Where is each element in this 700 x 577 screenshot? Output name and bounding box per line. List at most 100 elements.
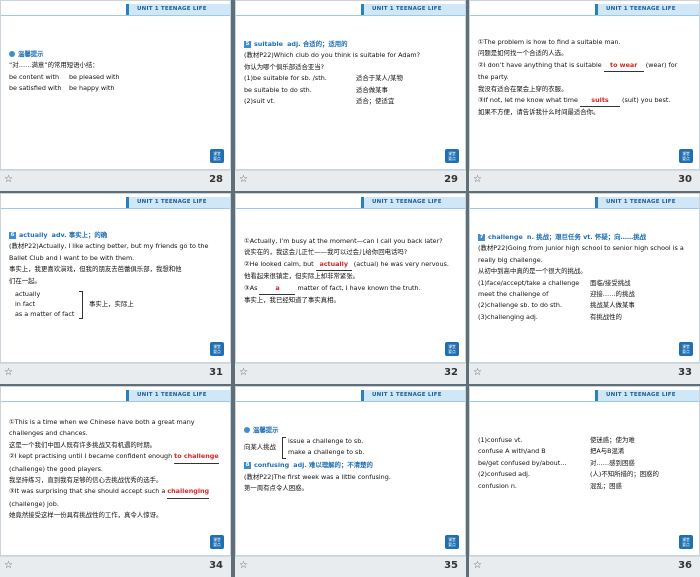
text-line: 说实在的，我这会儿正忙——我可以过会儿给你回电话吗?: [244, 248, 408, 257]
definition: adj. 难以理解的；不清楚的: [293, 461, 373, 470]
slide-content: 温馨提示 “对……满意”的常用短语小结： be content with be p…: [9, 49, 224, 95]
course-logo: 课堂 要点: [679, 535, 693, 549]
page-number: 34: [209, 560, 223, 571]
phrase: be/get confused by/about…: [478, 458, 567, 467]
tip-icon: [9, 51, 15, 57]
slide-thumbnail[interactable]: UNIT 1 TEENAGE LIFE ①This is a time when…: [0, 386, 231, 577]
meaning: 适合；使适宜: [356, 97, 395, 106]
meaning: 事实上，实际上: [89, 300, 134, 309]
meaning: 对……感到困惑: [590, 458, 635, 467]
slide-frame: UNIT 1 TEENAGE LIFE ①The problem is how …: [469, 0, 700, 170]
vocab-word: actually: [19, 231, 48, 239]
phrase: meet the challenge of: [478, 290, 549, 299]
option-text: a challenge to sb.: [307, 448, 365, 457]
phrase: be happy with: [69, 84, 115, 93]
option: issue: [288, 437, 305, 446]
option-text: a challenge to sb.: [306, 437, 364, 446]
answer-blank: actually: [315, 259, 352, 272]
divider: [236, 15, 465, 16]
unit-banner: UNIT 1 TEENAGE LIFE: [595, 390, 699, 401]
text-line: (wear) for: [645, 60, 678, 69]
answer-blank: a: [259, 283, 296, 296]
slide-footer: ☆ 30: [469, 170, 700, 191]
slide-footer: ☆ 36: [469, 556, 700, 577]
example-en: (教材P22)Actually, I like acting better, b…: [9, 242, 209, 251]
slide-content: ①This is a time when we Chinese have bot…: [9, 417, 224, 522]
text-line: 这是一个我们中国人既有许多挑战又有机遇的时期。: [9, 440, 156, 449]
meaning: 面临/接受挑战: [590, 278, 631, 287]
slide-content: 5 suitable adj. 合适的；适用的 (教材P22)Which club…: [244, 39, 459, 107]
unit-banner: UNIT 1 TEENAGE LIFE: [126, 4, 230, 15]
example-cn: 从初中到高中真的是一个很大的挑战。: [478, 267, 587, 276]
page-number: 31: [209, 367, 223, 378]
item-number: 6: [9, 231, 16, 239]
phrase: (3)challenging adj.: [478, 312, 538, 321]
tip-title: 温馨提示: [18, 50, 44, 58]
slide-thumbnail[interactable]: UNIT 1 TEENAGE LIFE 7 challenge n. 挑战；艰巨任…: [469, 193, 700, 384]
star-icon[interactable]: ☆: [473, 174, 482, 185]
example-cn: 第一周有点令人困惑。: [244, 484, 308, 493]
slide-thumbnail[interactable]: UNIT 1 TEENAGE LIFE 6 actually adv. 事实上；的…: [0, 193, 231, 384]
slide-thumbnail[interactable]: UNIT 1 TEENAGE LIFE 5 suitable adj. 合适的；适…: [235, 0, 466, 191]
slide-grid: UNIT 1 TEENAGE LIFE 温馨提示 “对……满意”的常用短语小结：…: [0, 0, 700, 577]
item-number: 7: [478, 233, 485, 241]
text-line: 事实上，我已经知道了事实真相。: [244, 296, 340, 305]
meaning: (人)不知所措的；困惑的: [590, 470, 659, 479]
text-line: (challenge) the good players.: [9, 464, 103, 473]
slide-frame: UNIT 1 TEENAGE LIFE (1)confuse vt. 使迷惑；使为…: [469, 386, 700, 556]
unit-banner: UNIT 1 TEENAGE LIFE: [126, 390, 230, 401]
page-number: 30: [678, 174, 692, 185]
example-en: (教材P22)Going from junior high school to …: [478, 244, 684, 253]
slide-thumbnail[interactable]: UNIT 1 TEENAGE LIFE 温馨提示 向某人挑战 issue a c…: [235, 386, 466, 577]
star-icon[interactable]: ☆: [4, 367, 13, 378]
meaning: 适合做某事: [356, 85, 388, 94]
option: make: [288, 448, 306, 457]
star-icon[interactable]: ☆: [239, 560, 248, 571]
phrase: (2)confused adj.: [478, 470, 530, 479]
slide-thumbnail[interactable]: UNIT 1 TEENAGE LIFE 温馨提示 “对……满意”的常用短语小结：…: [0, 0, 231, 191]
unit-banner: UNIT 1 TEENAGE LIFE: [361, 4, 465, 15]
example-en: (教材P22)Which club do you think is suitab…: [244, 51, 420, 60]
brace: [282, 437, 286, 460]
slide-thumbnail[interactable]: UNIT 1 TEENAGE LIFE ①The problem is how …: [469, 0, 700, 191]
divider: [236, 401, 465, 402]
divider: [236, 208, 465, 209]
star-icon[interactable]: ☆: [473, 560, 482, 571]
slide-content: ①Actually, I’m busy at the moment—can I …: [244, 236, 459, 306]
slide-thumbnail[interactable]: UNIT 1 TEENAGE LIFE ①Actually, I’m busy …: [235, 193, 466, 384]
slide-frame: UNIT 1 TEENAGE LIFE ①Actually, I’m busy …: [235, 193, 466, 363]
course-logo: 课堂 要点: [210, 149, 224, 163]
answer-blank: to challenge: [174, 451, 219, 464]
unit-banner: UNIT 1 TEENAGE LIFE: [595, 197, 699, 208]
phrase: be pleased with: [69, 72, 120, 81]
phrase: be content with: [9, 72, 60, 81]
star-icon[interactable]: ☆: [4, 560, 13, 571]
definition: adv. 事实上；的确: [51, 231, 108, 239]
phrase: be satisfied with: [9, 84, 62, 93]
star-icon[interactable]: ☆: [239, 174, 248, 185]
tip-title: 温馨提示: [253, 426, 279, 434]
text-line: (suit) you best.: [622, 96, 671, 105]
example-en: Ballet Club and I want to be with them.: [9, 253, 135, 262]
phrase: as a matter of fact: [15, 310, 75, 319]
text-line: 我坚持练习，直到我有足够的信心去挑战优秀的选手。: [9, 476, 163, 485]
star-icon[interactable]: ☆: [4, 174, 13, 185]
brace: [79, 291, 83, 320]
text-line: (challenge) job.: [9, 499, 59, 508]
slide-thumbnail[interactable]: UNIT 1 TEENAGE LIFE (1)confuse vt. 使迷惑；使为…: [469, 386, 700, 577]
text-line: matter of fact, I have known the truth.: [297, 283, 421, 292]
text-line: ③If not, let me know what time: [478, 96, 578, 105]
slide-footer: ☆ 31: [0, 363, 231, 384]
course-logo: 课堂 要点: [679, 342, 693, 356]
text-line: challenges and chances.: [9, 429, 88, 438]
example-cn: 们在一起。: [9, 276, 41, 285]
star-icon[interactable]: ☆: [473, 367, 482, 378]
text-line: ①The problem is how to find a suitable m…: [478, 38, 621, 46]
meaning: 适合于某人/某物: [356, 74, 403, 83]
text-line: 我没有适合在聚会上穿的衣服。: [478, 84, 568, 93]
text-line: 如果不方便，请告诉我什么时间最适合你。: [478, 108, 600, 117]
text-line: ②I kept practising until I became confid…: [9, 452, 173, 461]
example-cn: 你认为哪个俱乐部适合亚当?: [244, 62, 325, 71]
text-line: ③As: [244, 283, 258, 292]
star-icon[interactable]: ☆: [239, 367, 248, 378]
